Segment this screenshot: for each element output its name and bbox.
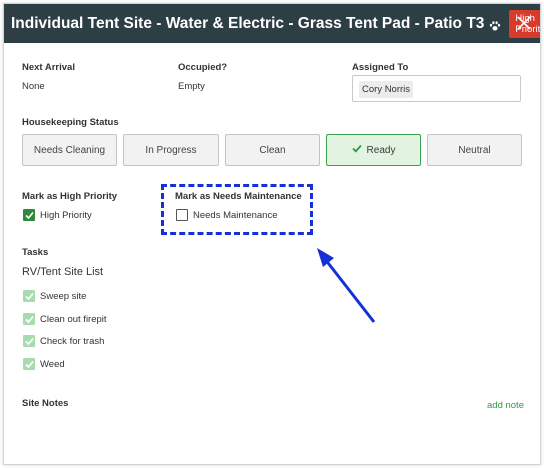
- site-notes-label: Site Notes: [22, 398, 69, 409]
- task-item: Sweep site: [40, 291, 87, 302]
- checkmark-icon: [25, 337, 34, 346]
- add-note-link[interactable]: add note: [487, 400, 524, 411]
- tasks-label: Tasks: [22, 247, 49, 258]
- task-item: Weed: [40, 359, 65, 370]
- checkmark-icon: [25, 315, 34, 324]
- task-checkbox[interactable]: [23, 290, 35, 302]
- task-list-title: RV/Tent Site List: [22, 266, 104, 278]
- annotation-arrow: [317, 248, 376, 323]
- task-checkbox[interactable]: [23, 335, 35, 347]
- task-item: Clean out firepit: [40, 314, 107, 325]
- task-item: Check for trash: [40, 336, 105, 347]
- task-checkbox[interactable]: [23, 313, 35, 325]
- site-detail-modal: Individual Tent Site - Water & Electric …: [3, 3, 541, 465]
- checkmark-icon: [25, 292, 34, 301]
- task-checkbox[interactable]: [23, 358, 35, 370]
- checkmark-icon: [25, 360, 34, 369]
